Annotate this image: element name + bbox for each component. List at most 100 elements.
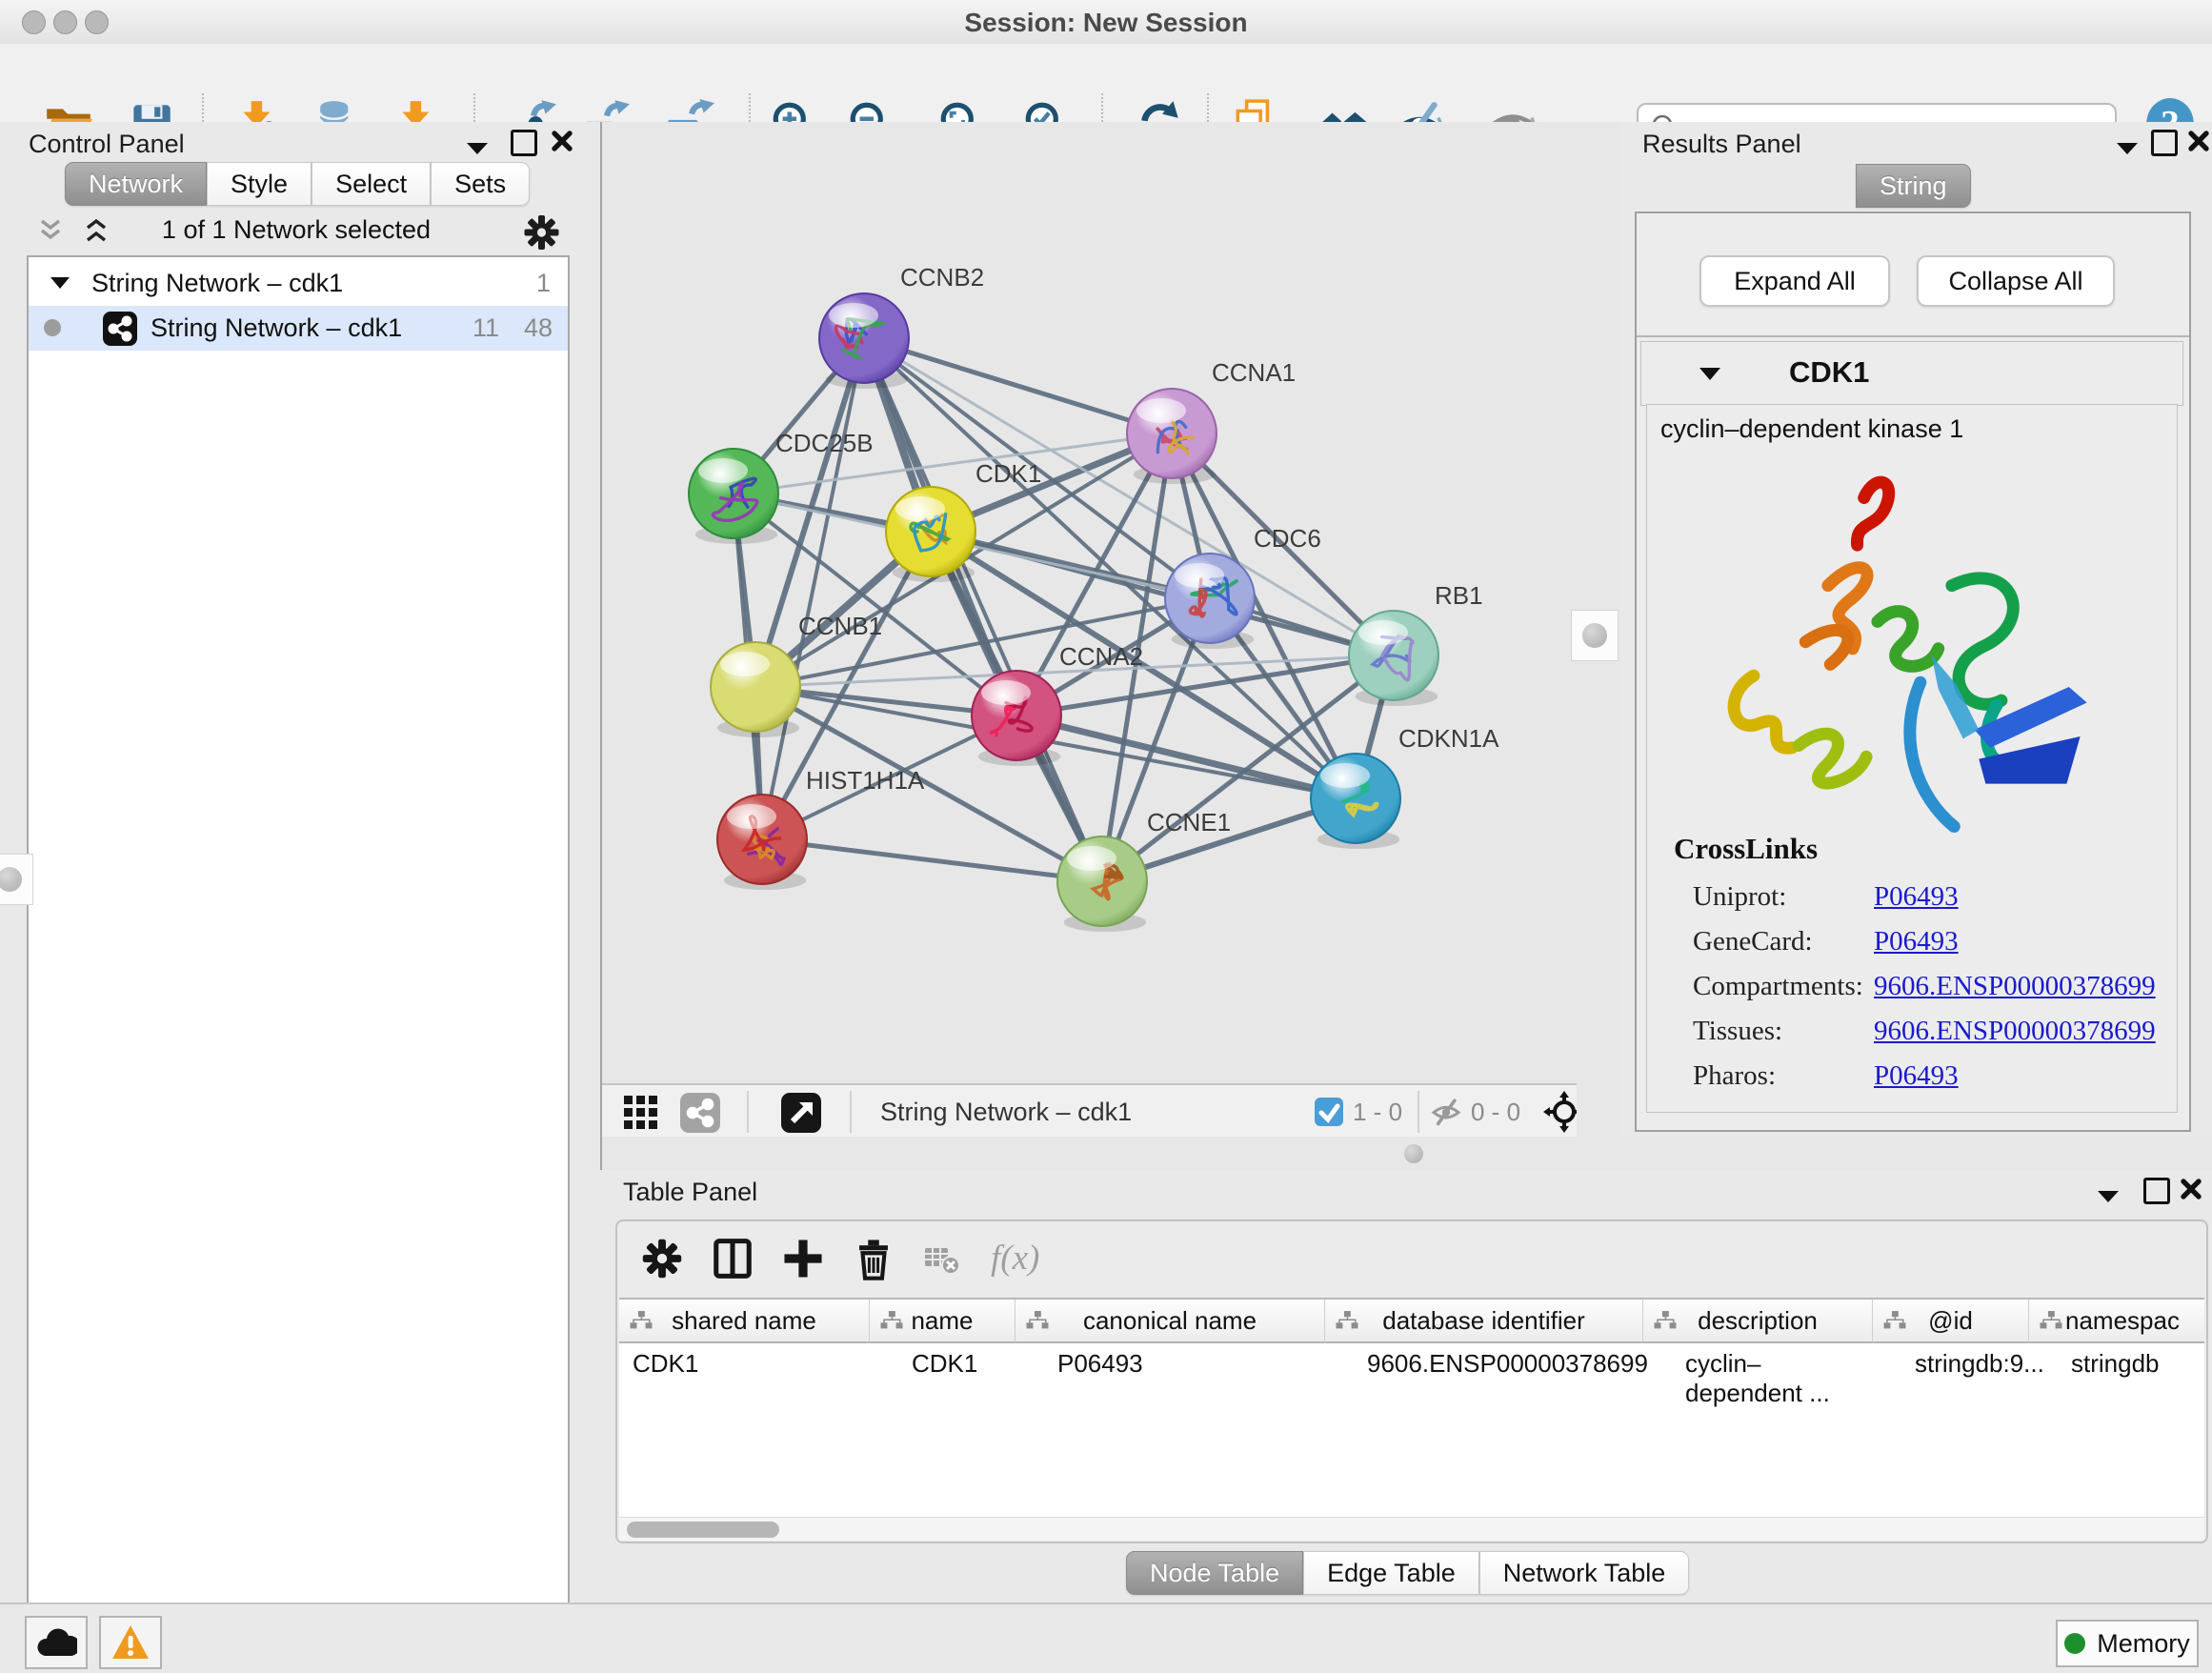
node-label-CCNA1: CCNA1	[1212, 358, 1296, 387]
node-label-CCNA2: CCNA2	[1059, 642, 1143, 671]
table-tabs: Node Table Edge Table Network Table	[1126, 1551, 1689, 1595]
view-toolbar-separator	[747, 1091, 749, 1133]
section-collapse-arrow-icon[interactable]	[1699, 365, 1721, 381]
tab-node-table[interactable]: Node Table	[1126, 1551, 1303, 1595]
network-status-dot	[44, 319, 61, 336]
table-cell[interactable]: CDK1	[870, 1343, 1015, 1383]
table-cell[interactable]: CDK1	[619, 1343, 869, 1383]
network-row-label: String Network – cdk1	[151, 313, 402, 343]
scrollbar-thumb[interactable]	[627, 1522, 779, 1538]
column-header-description[interactable]: description	[1643, 1300, 1873, 1343]
crosslink-row: GeneCard: P06493	[1647, 926, 2177, 971]
right-splitter-handle[interactable]	[1571, 610, 1619, 661]
crosslink-link[interactable]: 9606.ENSP00000378699	[1874, 1016, 2156, 1047]
add-column-icon[interactable]	[781, 1237, 825, 1280]
column-header--id[interactable]: @id	[1873, 1300, 2029, 1343]
table-panel-close-button[interactable]	[2180, 1178, 2202, 1200]
table-cell[interactable]: cyclin–dependent ...	[1643, 1343, 1872, 1383]
expand-all-button[interactable]: Expand All	[1699, 255, 1890, 307]
tab-select[interactable]: Select	[312, 162, 431, 206]
node-label-CDKN1A: CDKN1A	[1398, 724, 1499, 753]
control-panel-close-button[interactable]	[551, 130, 573, 152]
table-options-gear-icon[interactable]	[640, 1237, 684, 1280]
network-list-header: 1 of 1 Network selected	[29, 210, 564, 253]
open-folder-icon	[47, 109, 90, 118]
table-cell[interactable]: stringdb:9...	[1873, 1343, 2028, 1383]
crosslink-label: GeneCard:	[1693, 926, 1813, 957]
hidden-eye-icon	[1429, 1097, 1463, 1127]
tab-string[interactable]: String	[1856, 164, 1971, 208]
tab-edge-table[interactable]: Edge Table	[1303, 1551, 1479, 1595]
protein-3d-structure-image	[1685, 464, 2133, 836]
column-header-canonical-name[interactable]: canonical name	[1016, 1300, 1325, 1343]
cdk1-section-header[interactable]: CDK1	[1640, 341, 2183, 406]
results-panel-title: Results Panel	[1642, 130, 1801, 159]
crosslink-link[interactable]: P06493	[1874, 1060, 1959, 1092]
network-selected-status: 1 of 1 Network selected	[29, 215, 564, 245]
memory-button[interactable]: Memory	[2056, 1620, 2199, 1667]
window-title: Session: New Session	[0, 8, 2212, 38]
network-edge[interactable]	[762, 839, 1102, 881]
left-splitter-handle[interactable]	[0, 854, 33, 905]
crosslink-link[interactable]: P06493	[1874, 881, 1959, 913]
gene-description: cyclin–dependent kinase 1	[1660, 414, 1963, 444]
node-table-grid[interactable]: shared nameCDK1nameCDK1canonical nameP06…	[619, 1298, 2204, 1519]
selected-checkbox-icon[interactable]	[1315, 1098, 1343, 1126]
results-panel-menu-button[interactable]	[2115, 139, 2140, 156]
column-header-name[interactable]: name	[870, 1300, 1016, 1343]
network-edge[interactable]	[762, 338, 864, 839]
function-builder-icon: f(x)	[989, 1237, 1065, 1280]
bottom-splitter-handle[interactable]	[1404, 1144, 1423, 1163]
results-panel-close-button[interactable]	[2187, 130, 2210, 152]
warnings-button[interactable]	[99, 1616, 162, 1669]
vertical-splitter[interactable]	[1577, 122, 1622, 1170]
crosslinks-title: CrossLinks	[1674, 832, 1818, 866]
hidden-count: 0 - 0	[1471, 1098, 1520, 1127]
tab-sets[interactable]: Sets	[431, 162, 530, 206]
table-panel-menu-button[interactable]	[2096, 1187, 2121, 1204]
delete-column-icon[interactable]	[852, 1237, 895, 1280]
view-network-title: String Network – cdk1	[880, 1098, 1132, 1127]
table-panel-float-button[interactable]	[2143, 1178, 2170, 1204]
column-header-database-identifier[interactable]: database identifier	[1325, 1300, 1643, 1343]
network-options-gear-icon[interactable]	[522, 213, 560, 252]
horizontal-splitter[interactable]	[602, 1137, 2212, 1170]
show-columns-icon[interactable]	[711, 1237, 754, 1280]
table-cell[interactable]: 9606.ENSP00000378699	[1325, 1343, 1642, 1383]
column-header-shared-name[interactable]: shared name	[619, 1300, 870, 1343]
table-cell[interactable]: stringdb	[2029, 1343, 2204, 1383]
node-label-CDK1: CDK1	[975, 459, 1041, 488]
network-node-count: 11	[473, 313, 499, 343]
tab-network[interactable]: Network	[65, 162, 207, 206]
memory-label: Memory	[2097, 1629, 2190, 1659]
control-panel-menu-button[interactable]	[465, 139, 490, 156]
table-panel-title: Table Panel	[623, 1178, 757, 1207]
cloud-status-button[interactable]	[25, 1616, 88, 1669]
results-panel: Results Panel String Expand All Collapse…	[1619, 122, 2212, 1170]
memory-status-dot	[2064, 1633, 2085, 1654]
network-view-area: CCNB2CCNA1CDC25BCDK1CDC6RB1CCNB1CCNA2CDK…	[602, 122, 1577, 1170]
network-edge[interactable]	[931, 532, 1394, 655]
control-panel-float-button[interactable]	[511, 130, 537, 156]
crosslink-link[interactable]: P06493	[1874, 926, 1959, 957]
collapse-all-button[interactable]: Collapse All	[1917, 255, 2115, 307]
table-horizontal-scrollbar[interactable]	[619, 1517, 2204, 1541]
results-panel-float-button[interactable]	[2151, 130, 2178, 156]
column-header-namespac[interactable]: namespac	[2029, 1300, 2204, 1343]
network-edge[interactable]	[864, 338, 1172, 433]
tab-network-table[interactable]: Network Table	[1479, 1551, 1690, 1595]
network-canvas[interactable]: CCNB2CCNA1CDC25BCDK1CDC6RB1CCNB1CCNA2CDK…	[602, 122, 1577, 1083]
table-cell[interactable]: P06493	[1016, 1343, 1324, 1383]
tab-style[interactable]: Style	[207, 162, 312, 206]
tree-expand-arrow-icon[interactable]	[50, 274, 70, 290]
network-thumbnail-icon[interactable]	[680, 1093, 720, 1133]
grid-view-icon[interactable]	[623, 1095, 659, 1131]
crosslink-label: Pharos:	[1693, 1060, 1776, 1092]
crosslink-row: Uniprot:P06493	[1647, 881, 2177, 926]
collection-label: String Network – cdk1	[91, 269, 343, 298]
network-collection-row[interactable]: String Network – cdk1 1	[29, 261, 568, 306]
network-row-selected[interactable]: String Network – cdk1 11 48	[29, 306, 568, 351]
birds-eye-toggle-icon[interactable]	[781, 1093, 821, 1133]
crosslink-link[interactable]: 9606.ENSP00000378699	[1874, 971, 2156, 1002]
network-edge[interactable]	[864, 338, 1102, 881]
